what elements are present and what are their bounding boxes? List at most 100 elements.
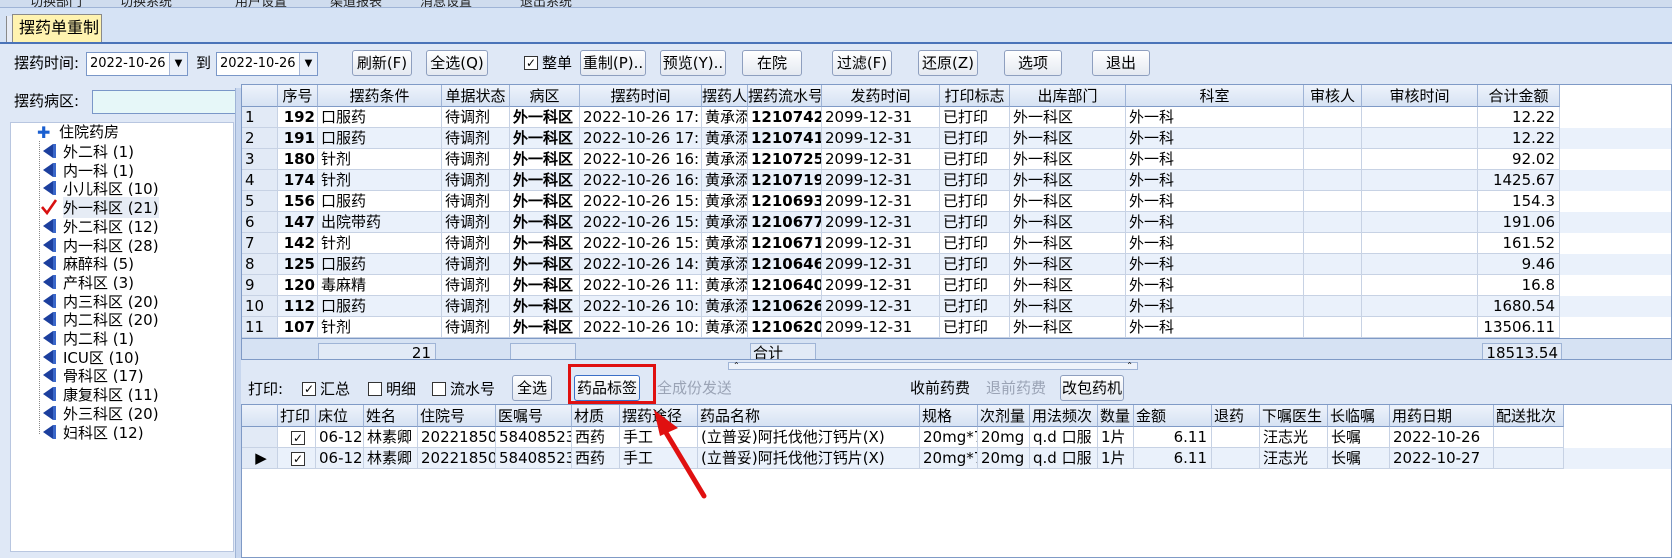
row-marker[interactable]: ▶ — [242, 448, 278, 469]
column-header[interactable]: 科室 — [1126, 85, 1304, 107]
column-header[interactable]: 病区 — [510, 85, 580, 107]
table-cell: 已打印 — [940, 254, 1010, 275]
menu-item[interactable]: 用户设置 — [235, 0, 287, 7]
table-cell: 外一科区 — [510, 212, 580, 233]
print-checkbox[interactable]: ✓ — [278, 427, 316, 448]
column-header[interactable]: 用法频次 — [1030, 405, 1098, 427]
collapse-handle[interactable]: ⌃ ⌃ — [728, 362, 1138, 370]
column-header[interactable]: 规格 — [920, 405, 978, 427]
column-header[interactable] — [242, 405, 278, 427]
table-cell — [1362, 254, 1478, 275]
print-checkbox[interactable]: ✓ — [278, 448, 316, 469]
tree-item[interactable]: 小儿科区 (10) — [11, 178, 231, 198]
checkbox-icon[interactable]: ✓ — [291, 430, 305, 445]
menu-item[interactable]: 切换系统 — [120, 0, 172, 7]
menu-item[interactable]: 渠道报表 — [330, 0, 382, 7]
tree-item[interactable]: 外二科区 (12) — [11, 216, 231, 236]
column-header[interactable]: 姓名 — [364, 405, 418, 427]
tree-item[interactable]: 康复科区 (11) — [11, 384, 231, 404]
column-header[interactable]: 退药 — [1212, 405, 1260, 427]
row-marker[interactable] — [242, 427, 278, 448]
column-header[interactable]: 次剂量 — [978, 405, 1030, 427]
remake-button[interactable]: 重制(P).. — [580, 50, 646, 76]
table-cell: 针剂 — [318, 170, 442, 191]
tree-item[interactable]: 妇科区 (12) — [11, 422, 231, 442]
summary-checkbox[interactable]: ✓ — [302, 382, 316, 396]
table-cell: 外一科 — [1126, 149, 1304, 170]
column-header[interactable]: 打印 — [278, 405, 316, 427]
table-cell: 已打印 — [940, 107, 1010, 128]
column-header[interactable]: 材质 — [572, 405, 620, 427]
date-to-combo[interactable]: 2022-10-26 ▼ — [216, 52, 318, 76]
column-header[interactable]: 配送批次 — [1494, 405, 1564, 427]
select-all-button[interactable]: 全选(Q) — [426, 50, 488, 76]
table-cell — [1494, 427, 1564, 448]
column-header[interactable]: 下嘱医生 — [1260, 405, 1328, 427]
checkbox-icon[interactable]: ✓ — [291, 451, 305, 466]
tree-item[interactable]: 骨科区 (17) — [11, 365, 231, 385]
inpatient-button[interactable]: 在院 — [742, 50, 802, 76]
table-cell: 外一科 — [1126, 128, 1304, 149]
table-cell: 112 — [278, 296, 318, 317]
column-header[interactable]: 审核人 — [1304, 85, 1362, 107]
preview-button[interactable]: 预览(Y).. — [660, 50, 726, 76]
column-header[interactable] — [242, 85, 278, 107]
column-header[interactable]: 出库部门 — [1010, 85, 1126, 107]
options-button[interactable]: 选项 — [1004, 50, 1062, 76]
tree-item[interactable]: ICU区 (10) — [11, 347, 231, 367]
column-header[interactable]: 摆药流水号 — [748, 85, 822, 107]
collect-fee-button[interactable]: 收前药费 — [908, 375, 972, 401]
restore-button[interactable]: 还原(Z) — [918, 50, 978, 76]
column-header[interactable]: 长临嘱 — [1328, 405, 1390, 427]
dropdown-arrow-icon[interactable]: ▼ — [299, 53, 317, 75]
column-header[interactable]: 摆药条件 — [318, 85, 442, 107]
column-header[interactable]: 数量 — [1098, 405, 1134, 427]
column-header[interactable]: 摆药时间 — [580, 85, 702, 107]
tree-item[interactable]: 内一科 (1) — [11, 160, 231, 180]
whole-order-checkbox[interactable]: ✓ — [524, 56, 538, 70]
column-header[interactable]: 摆药人 — [702, 85, 748, 107]
menu-item[interactable]: 切换部门 — [30, 0, 82, 7]
refund-fee-button[interactable]: 退前药费 — [984, 375, 1048, 401]
ward-input[interactable] — [92, 90, 237, 114]
tree-item[interactable]: 产科区 (3) — [11, 272, 231, 292]
tree-item[interactable]: 外三科区 (20) — [11, 403, 231, 423]
menu-item[interactable]: 消息设置 — [420, 0, 472, 7]
table-cell: 已打印 — [940, 296, 1010, 317]
serial-checkbox[interactable] — [432, 382, 446, 396]
repack-button[interactable]: 改包药机 — [1060, 375, 1124, 401]
exit-button[interactable]: 退出 — [1092, 50, 1150, 76]
column-header[interactable]: 医嘱号 — [496, 405, 572, 427]
print-select-all-button[interactable]: 全选 — [512, 375, 552, 401]
column-header[interactable]: 发药时间 — [822, 85, 940, 107]
tree-item[interactable]: 内一科区 (28) — [11, 235, 231, 255]
column-header[interactable]: 审核时间 — [1362, 85, 1478, 107]
plus-icon[interactable]: ✚ — [37, 123, 50, 142]
tree-root[interactable]: ✚ 住院药房 — [11, 121, 231, 142]
column-header[interactable]: 合计金额 — [1478, 85, 1560, 107]
column-header[interactable]: 打印标志 — [940, 85, 1010, 107]
column-header[interactable]: 用药日期 — [1390, 405, 1494, 427]
send-all-button[interactable]: 全成份发送 — [656, 375, 732, 401]
tree-item[interactable]: 内三科区 (20) — [11, 291, 231, 311]
table-cell: 针剂 — [318, 317, 442, 338]
date-from-combo[interactable]: 2022-10-26 ▼ — [86, 52, 188, 76]
refresh-button[interactable]: 刷新(F) — [352, 50, 412, 76]
menu-item[interactable]: 退出系统 — [520, 0, 572, 7]
column-header[interactable]: 床位 — [316, 405, 364, 427]
tab-dispense-remake[interactable]: 摆药单重制 — [12, 14, 102, 42]
tree-item[interactable]: 内二科 (1) — [11, 328, 231, 348]
tree-item[interactable]: 内二科区 (20) — [11, 309, 231, 329]
tree-item[interactable]: 外二科 (1) — [11, 141, 231, 161]
table-cell: 20mg*7. — [920, 427, 978, 448]
dropdown-arrow-icon[interactable]: ▼ — [169, 53, 187, 75]
table-cell: 外一科区 — [510, 149, 580, 170]
column-header[interactable]: 住院号 — [418, 405, 496, 427]
column-header[interactable]: 金额 — [1134, 405, 1212, 427]
detail-checkbox[interactable] — [368, 382, 382, 396]
column-header[interactable]: 序号 — [278, 85, 318, 107]
tree-item[interactable]: 麻醉科 (5) — [11, 253, 231, 273]
tree-item[interactable]: 外一科区 (21) — [11, 197, 231, 219]
column-header[interactable]: 单据状态 — [442, 85, 510, 107]
filter-button[interactable]: 过滤(F) — [832, 50, 892, 76]
